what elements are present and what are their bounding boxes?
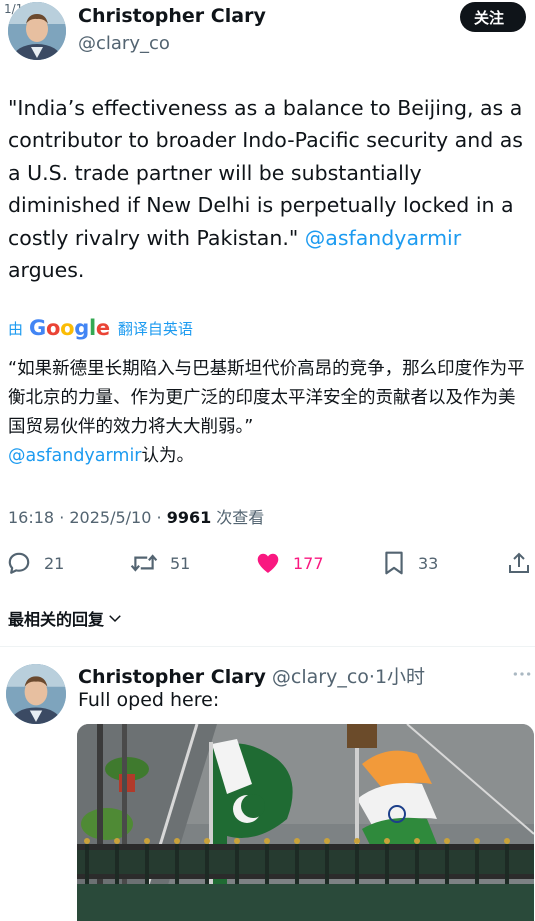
reply-author-name[interactable]: Christopher Clary <box>78 666 266 688</box>
bookmark-button[interactable]: 33 <box>382 543 438 583</box>
like-button[interactable]: 177 <box>255 543 324 583</box>
bookmark-icon <box>385 551 403 575</box>
retweet-count: 51 <box>170 553 191 573</box>
retweet-button[interactable]: 51 <box>130 543 190 583</box>
reply-count: 21 <box>44 553 65 573</box>
share-icon <box>509 552 529 573</box>
translated-from-label: 翻译自英语 <box>117 319 193 338</box>
tweet-meta: 16:18 · 2025/5/10 · 9961 次查看 <box>8 504 264 528</box>
more-options-icon[interactable] <box>512 664 532 684</box>
tweet-date[interactable]: 2025/5/10 <box>69 508 151 527</box>
chevron-down-icon <box>109 615 121 623</box>
author-handle[interactable]: @clary_co <box>78 33 170 54</box>
translated-text-tail: 认为。 <box>141 446 195 466</box>
retweet-icon <box>130 554 158 572</box>
google-logo: Google <box>29 316 110 340</box>
meta-separator: · <box>151 508 167 527</box>
view-count: 9961 <box>166 508 212 527</box>
bookmark-count: 33 <box>418 553 439 573</box>
translated-by-label: 由 <box>8 319 24 338</box>
reply-button[interactable]: 21 <box>6 543 64 583</box>
tweet-header: Christopher Clary @clary_co 关注 <box>0 0 535 70</box>
divider <box>0 646 535 647</box>
replies-sort-label: 最相关的回复 <box>8 610 105 629</box>
share-button[interactable] <box>507 543 535 583</box>
reply-time[interactable]: 1小时 <box>375 666 425 688</box>
reply-icon <box>8 552 30 574</box>
reply-text: Full oped here: <box>78 689 220 711</box>
translated-text-body: “如果新德里长期陷入与巴基斯坦代价高昂的竞争，那么印度作为平衡北京的力量、作为更… <box>8 359 525 437</box>
avatar[interactable] <box>8 2 66 60</box>
reply-author-handle[interactable]: @clary_co <box>272 666 369 688</box>
tweet-time[interactable]: 16:18 <box>8 508 54 527</box>
author-name[interactable]: Christopher Clary <box>78 5 266 27</box>
translated-text: “如果新德里长期陷入与巴基斯坦代价高昂的竞争，那么印度作为平衡北京的力量、作为更… <box>8 355 530 471</box>
tweet-text: "India’s effectiveness as a balance to B… <box>8 92 530 286</box>
reply-header: Christopher Clary @clary_co·1小时 <box>78 662 425 689</box>
meta-separator: · <box>54 508 70 527</box>
view-label: 次查看 <box>211 508 265 527</box>
heart-icon <box>257 553 279 573</box>
follow-button[interactable]: 关注 <box>460 2 526 32</box>
replies-sort-dropdown[interactable]: 最相关的回复 <box>8 606 124 630</box>
translated-mention-link[interactable]: @asfandyarmir <box>8 446 142 466</box>
mention-link[interactable]: @asfandyarmir <box>305 226 461 250</box>
like-count: 177 <box>293 553 324 573</box>
reply-media-image[interactable] <box>77 724 534 921</box>
tweet-text-tail: argues. <box>8 258 85 283</box>
translation-attribution[interactable]: 由 Google 翻译自英语 <box>8 315 193 341</box>
action-bar: 21 51 177 33 <box>0 543 535 583</box>
reply-avatar[interactable] <box>6 664 66 724</box>
